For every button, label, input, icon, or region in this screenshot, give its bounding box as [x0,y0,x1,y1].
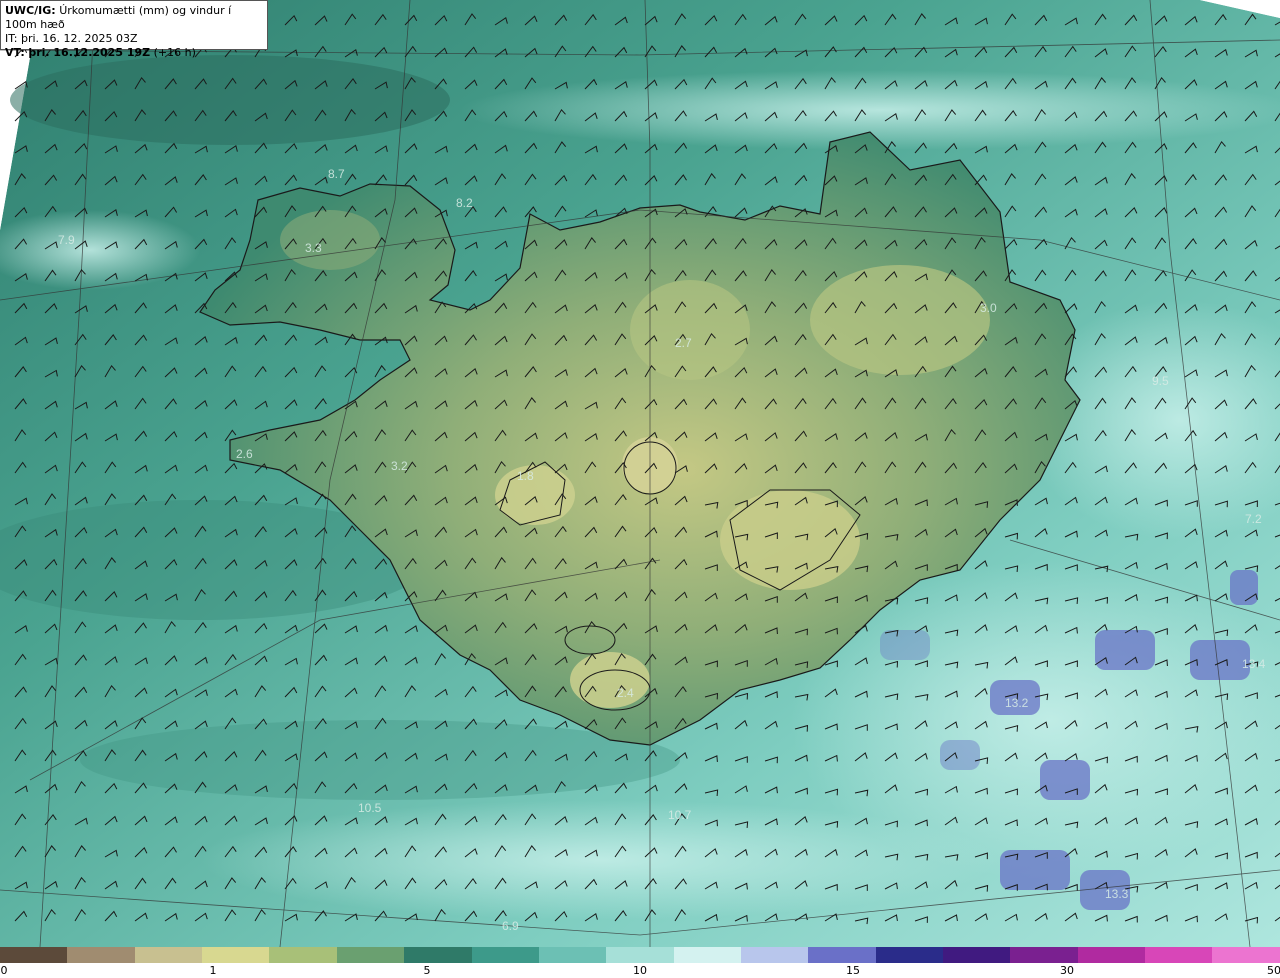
map-value-label: 2.6 [236,447,253,461]
colorbar-segment [0,947,68,963]
map-header: UWC/IG: Úrkomumætti (mm) og vindur í 100… [0,0,268,59]
map-value-label: 3.0 [980,301,997,315]
init-time: IT: þri. 16. 12. 2025 03Z [5,32,138,45]
header-title-line: UWC/IG: Úrkomumætti (mm) og vindur í 100… [5,4,263,32]
colorbar-tick-label: 0 [0,964,8,977]
map-value-label: 6.9 [502,919,519,933]
map-value-label: 8.2 [456,196,473,210]
colorbar-segment [471,947,539,963]
colorbar-segment [673,947,741,963]
colorbar-segment [404,947,472,963]
colorbar-segment [336,947,405,963]
map-value-label: 7.9 [58,233,75,247]
colorbar-segment [1077,947,1146,963]
colorbar-segment [134,947,203,963]
colorbar-segment [808,947,876,963]
map-value-label: 13.2 [1005,696,1029,710]
map-value-label: 3.2 [391,459,408,473]
map-value-label: 9.5 [1152,374,1169,388]
map-value-label: 10.7 [668,808,692,822]
map-value-label: 1.8 [517,469,534,483]
valid-time: þri. 16.12.2025 19Z [28,46,151,59]
colorbar-segment [1145,947,1213,963]
colorbar-segment [943,947,1011,963]
map-value-label: 10.5 [358,801,382,815]
colorbar-segment [740,947,809,963]
precip-colorbar: 0 1 5 10 15 30 50 [0,947,1280,978]
colorbar-segment [875,947,944,963]
colorbar-tick-label: 15 [846,964,860,977]
colorbar-tick-label: 5 [423,964,431,977]
colorbar-segment [538,947,607,963]
colorbar-segment [67,947,135,963]
colorbar-tick-label: 50 [1267,964,1280,977]
map-value-label: 7.2 [1245,512,1262,526]
colorbar-tick-label: 1 [209,964,217,977]
colorbar-tick-label: 30 [1060,964,1074,977]
colorbar-segment [606,947,674,963]
colorbar-segment [269,947,337,963]
map-value-label: 3.3 [305,241,322,255]
map-value-label: 8.7 [328,167,345,181]
colorbar-gradient [0,947,1280,963]
colorbar-segment [202,947,270,963]
weather-map[interactable]: 7.9 3.3 8.2 8.7 2.7 3.0 9.5 2.6 3.2 1.8 7.2 2.4 10.5… [0,0,1280,947]
lead-time: (+16 h) [153,46,196,59]
map-value-label: 2.7 [675,336,692,350]
map-value-label: 2.4 [617,686,634,700]
product-code: UWC/IG: [5,4,56,17]
colorbar-segment [1212,947,1280,963]
map-value-label: 13.4 [1242,657,1266,671]
colorbar-tick-label: 10 [633,964,647,977]
map-value-label: 13.3 [1105,887,1129,901]
colorbar-segment [1010,947,1078,963]
valid-prefix: VT: [5,46,25,59]
valid-time-line: VT: þri. 16.12.2025 19Z (+16 h) [5,46,263,60]
